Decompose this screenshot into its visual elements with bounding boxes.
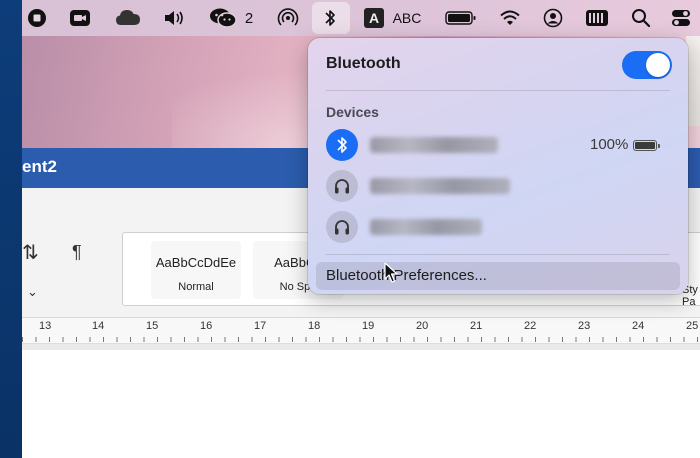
ruler-number: 19 <box>362 320 375 332</box>
styles-pane-label-line2: Pa <box>682 296 696 308</box>
ruler-number: 23 <box>578 320 591 332</box>
menu-bar: 2 A ABC <box>22 0 700 36</box>
bluetooth-title: Bluetooth <box>326 55 401 72</box>
screen: 2 A ABC ent2 ⇅ ¶ ⌄ AaBbCcDdEe Normal AaB… <box>22 0 700 458</box>
headphones-icon <box>326 170 358 202</box>
style-card-normal[interactable]: AaBbCcDdEe Normal <box>151 241 241 299</box>
ruler-number: 21 <box>470 320 483 332</box>
show-formatting-icon[interactable]: ¶ <box>72 242 82 263</box>
bluetooth-menu: Bluetooth Devices 100% Bluetooth Prefere… <box>308 38 688 294</box>
cloud-icon[interactable] <box>114 8 142 28</box>
search-icon[interactable] <box>630 8 652 28</box>
device-battery-icon <box>633 140 660 151</box>
stop-icon[interactable] <box>26 8 48 28</box>
horizontal-ruler[interactable]: 13 14 15 16 17 18 19 20 21 22 23 24 25 <box>22 318 700 344</box>
input-source-letter: A <box>368 10 380 26</box>
volume-icon[interactable] <box>162 8 188 28</box>
device-name-blurred <box>370 178 510 194</box>
ruler-number: 14 <box>92 320 105 332</box>
headphones-icon <box>326 211 358 243</box>
ruler-number: 17 <box>254 320 267 332</box>
bluetooth-preferences-label: Bluetooth Preferences... <box>326 267 487 284</box>
wechat-badge-count: 2 <box>244 9 254 27</box>
ruler-number: 18 <box>308 320 321 332</box>
ruler-number: 22 <box>524 320 537 332</box>
device-row[interactable] <box>326 169 670 203</box>
input-source-label[interactable]: ABC <box>390 8 424 28</box>
separator <box>326 90 670 91</box>
left-frame-border <box>0 0 22 458</box>
ruler-number: 20 <box>416 320 429 332</box>
battery-icon[interactable] <box>444 8 478 28</box>
bluetooth-icon <box>326 129 358 161</box>
input-source-icon[interactable]: A <box>364 8 384 28</box>
separator <box>326 254 670 255</box>
ruler-ticks <box>22 332 700 342</box>
mouse-cursor-icon <box>384 262 398 283</box>
sort-icon[interactable]: ⇅ <box>22 240 39 265</box>
style-name: Normal <box>178 281 214 293</box>
chevron-down-icon[interactable]: ⌄ <box>27 284 38 300</box>
ruler-number: 25 <box>686 320 699 332</box>
document-page[interactable] <box>22 350 700 458</box>
bluetooth-preferences-item[interactable]: Bluetooth Preferences... <box>316 262 680 290</box>
ruler-number: 16 <box>200 320 213 332</box>
document-area <box>22 344 700 458</box>
video-icon[interactable] <box>68 8 92 28</box>
airdrop-icon[interactable] <box>276 8 300 28</box>
device-battery-percent: 100% <box>590 136 629 153</box>
ruler-number: 24 <box>632 320 645 332</box>
device-name-blurred <box>370 137 498 153</box>
control-center-icon[interactable] <box>670 8 692 28</box>
device-name-blurred <box>370 219 482 235</box>
toggle-knob <box>646 53 670 77</box>
keyboard-icon[interactable] <box>584 8 610 28</box>
device-row[interactable]: 100% <box>326 128 670 162</box>
ruler-number: 15 <box>146 320 159 332</box>
wifi-icon[interactable] <box>498 8 522 28</box>
bluetooth-toggle[interactable] <box>622 51 672 79</box>
device-row[interactable] <box>326 210 670 244</box>
style-preview: AaBbCcDdEe <box>155 255 237 270</box>
ruler-number: 13 <box>39 320 52 332</box>
user-icon[interactable] <box>542 8 564 28</box>
wechat-icon[interactable] <box>208 8 238 28</box>
devices-section-label: Devices <box>326 104 379 120</box>
bluetooth-icon[interactable] <box>320 8 340 28</box>
background-window-edge <box>686 36 700 126</box>
document-title: ent2 <box>22 157 57 176</box>
